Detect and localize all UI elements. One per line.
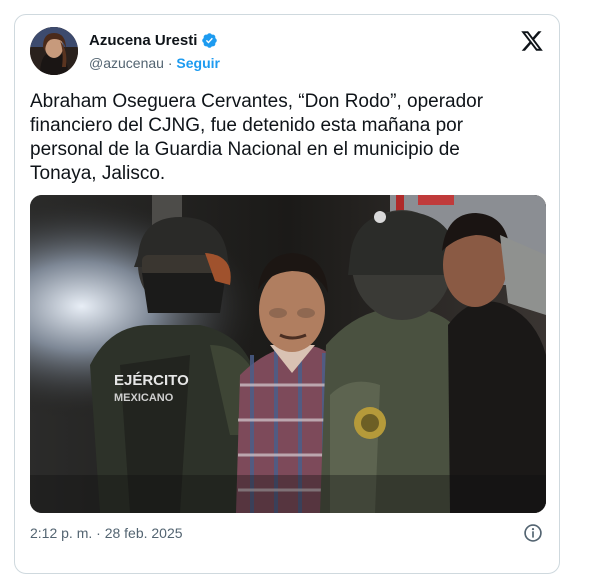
vest-text-line1: EJÉRCITO — [114, 372, 189, 389]
follow-button[interactable]: Seguir — [176, 55, 220, 71]
photo-scene: EJÉRCITO MEXICANO — [30, 195, 546, 513]
verified-badge-icon — [202, 33, 218, 48]
vest-text-line2: MEXICANO — [114, 392, 174, 404]
tweet-text: Abraham Oseguera Cervantes, “Don Rodo”, … — [30, 91, 484, 184]
tweet-photo[interactable]: EJÉRCITO MEXICANO — [30, 195, 546, 513]
author-avatar[interactable] — [30, 27, 78, 75]
x-logo-icon[interactable] — [520, 29, 544, 53]
author-name-text[interactable]: Azucena Uresti — [89, 32, 197, 49]
author-handle-row: @azucenau · Seguir — [89, 55, 220, 71]
author-name[interactable]: Azucena Uresti — [89, 32, 218, 49]
info-icon[interactable] — [523, 523, 543, 543]
handle-separator: · — [163, 55, 177, 71]
tweet-card[interactable]: Azucena Uresti @azucenau · Seguir Abraha… — [14, 14, 560, 574]
author-handle[interactable]: @azucenau — [89, 55, 164, 71]
tweet-timestamp[interactable]: 2:12 p. m. · 28 feb. 2025 — [30, 525, 183, 541]
avatar-image — [30, 27, 78, 75]
